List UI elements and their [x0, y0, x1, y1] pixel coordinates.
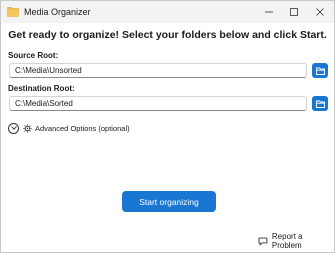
source-root-input[interactable]	[9, 63, 307, 78]
source-root-label: Source Root:	[8, 51, 59, 60]
minimize-icon	[265, 11, 273, 13]
app-window: Media Organizer Get ready to organize! S…	[0, 0, 335, 253]
report-problem-link[interactable]: Report a Problem	[258, 232, 334, 250]
destination-root-label: Destination Root:	[8, 84, 75, 93]
gear-icon	[23, 123, 32, 133]
start-organizing-button[interactable]: Start organizing	[122, 191, 216, 212]
advanced-options-toggle[interactable]: Advanced Options (optional)	[8, 122, 130, 134]
destination-browse-button[interactable]	[312, 96, 328, 111]
page-heading: Get ready to organize! Select your folde…	[8, 29, 327, 41]
folder-open-icon	[315, 67, 325, 75]
folder-app-icon	[7, 7, 19, 17]
folder-open-icon	[315, 100, 325, 108]
chat-bubble-icon	[258, 237, 268, 245]
report-problem-label: Report a Problem	[271, 232, 303, 250]
chevron-down-icon	[8, 122, 19, 134]
destination-root-input[interactable]	[9, 96, 307, 111]
window-title: Media Organizer	[24, 7, 91, 17]
close-button[interactable]	[307, 1, 333, 23]
minimize-button[interactable]	[256, 1, 282, 23]
title-bar[interactable]: Media Organizer	[1, 1, 334, 23]
maximize-button[interactable]	[281, 1, 307, 23]
advanced-options-label: Advanced Options (optional)	[35, 123, 130, 133]
maximize-icon	[290, 8, 298, 16]
source-browse-button[interactable]	[312, 63, 328, 78]
close-icon	[316, 8, 324, 16]
